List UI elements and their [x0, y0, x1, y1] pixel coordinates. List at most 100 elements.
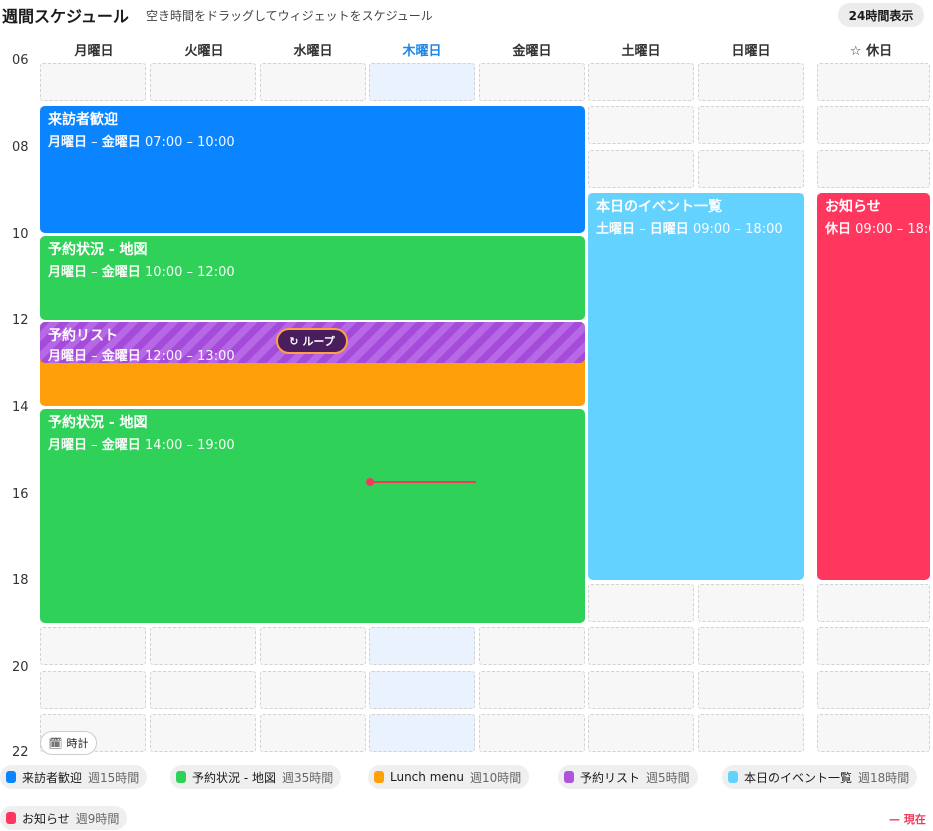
time-slot[interactable]: [698, 627, 804, 665]
legend-swatch: [564, 771, 574, 783]
calendar-icon: 🗓: [48, 736, 63, 750]
time-slot[interactable]: [588, 714, 694, 752]
legend-swatch: [374, 771, 384, 783]
legend-item-reservation-map[interactable]: 予約状況 - 地図 週35時間: [170, 765, 342, 789]
time-slot[interactable]: [260, 671, 366, 709]
time-slot[interactable]: [479, 714, 585, 752]
legend-hours: 週35時間: [281, 770, 334, 785]
time-slot[interactable]: [150, 671, 256, 709]
24h-toggle-button[interactable]: 24時間表示: [838, 3, 924, 27]
legend-hours: 週15時間: [88, 770, 140, 785]
time-slot[interactable]: [588, 150, 694, 188]
time-slot[interactable]: [150, 627, 256, 665]
time-slot[interactable]: [40, 63, 146, 101]
day-header-thu: 木曜日: [402, 44, 442, 59]
time-slot[interactable]: [369, 671, 475, 709]
event-reservation-map-am[interactable]: 予約状況 - 地図 月曜日 – 金曜日 10:00 – 12:00: [40, 236, 585, 320]
event-reservation-map-pm[interactable]: 予約状況 - 地図 月曜日 – 金曜日 14:00 – 19:00: [40, 409, 585, 623]
event-title: 予約状況 - 地図: [48, 415, 148, 431]
time-slot[interactable]: [817, 584, 930, 622]
legend-name: 予約リスト: [580, 770, 641, 785]
day-header-holiday: ☆ 休日: [849, 44, 893, 59]
hour-label: 14: [12, 400, 29, 415]
time-slot[interactable]: [817, 627, 930, 665]
legend-item-today-events[interactable]: 本日のイベント一覧 週18時間: [722, 765, 918, 789]
current-time-dot: [366, 478, 374, 486]
page-subtitle: 空き時間をドラッグしてウィジェットをスケジュール: [146, 9, 433, 23]
legend-name: 本日のイベント一覧: [744, 770, 853, 785]
time-slot[interactable]: [817, 63, 930, 101]
time-slot[interactable]: [369, 63, 475, 101]
legend-item-visitor-welcome[interactable]: 来訪者歓迎 週15時間: [0, 765, 148, 789]
time-slot[interactable]: [698, 584, 804, 622]
loop-icon: ↻: [289, 334, 299, 348]
event-detail: 土曜日 – 日曜日 09:00 – 18:00: [596, 222, 783, 237]
event-today-events[interactable]: 本日のイベント一覧 土曜日 – 日曜日 09:00 – 18:00: [588, 193, 804, 580]
time-slot[interactable]: [588, 63, 694, 101]
event-title: 本日のイベント一覧: [596, 199, 722, 215]
time-slot[interactable]: [698, 106, 804, 144]
event-title: 来訪者歓迎: [48, 112, 118, 128]
time-slot[interactable]: [369, 627, 475, 665]
time-slot[interactable]: [260, 627, 366, 665]
event-detail: 月曜日 – 金曜日 07:00 – 10:00: [48, 135, 235, 150]
legend-hours: 週9時間: [75, 811, 120, 826]
legend-hours: 週18時間: [858, 770, 910, 785]
day-header-sun: 日曜日: [731, 44, 771, 59]
legend-item-reservation-list[interactable]: 予約リスト 週5時間: [558, 765, 698, 789]
legend-swatch: [176, 771, 186, 783]
legend-swatch: [728, 771, 738, 783]
time-slot[interactable]: [479, 63, 585, 101]
hour-label: 06: [12, 53, 29, 68]
time-slot[interactable]: [150, 714, 256, 752]
time-slot[interactable]: [588, 627, 694, 665]
event-detail: 月曜日 – 金曜日 10:00 – 12:00: [48, 265, 235, 280]
time-slot[interactable]: [260, 714, 366, 752]
event-detail: 月曜日 – 金曜日 14:00 – 19:00: [48, 438, 235, 453]
event-visitor-welcome[interactable]: 来訪者歓迎 月曜日 – 金曜日 07:00 – 10:00: [40, 106, 585, 233]
time-slot[interactable]: [40, 671, 146, 709]
time-slot[interactable]: [698, 671, 804, 709]
event-title: 予約状況 - 地図: [48, 242, 148, 258]
time-slot[interactable]: [698, 63, 804, 101]
day-header-sat: 土曜日: [621, 44, 661, 59]
time-slot[interactable]: [150, 63, 256, 101]
time-slot[interactable]: [698, 714, 804, 752]
legend-hours: 週5時間: [646, 770, 690, 785]
hour-label: 20: [12, 660, 29, 675]
clock-button[interactable]: 🗓 時計: [40, 731, 97, 755]
day-header-fri: 金曜日: [512, 44, 552, 59]
day-header-tue: 火曜日: [184, 44, 224, 59]
loop-label: ループ: [302, 335, 335, 348]
hour-label: 18: [12, 573, 29, 588]
time-slot[interactable]: [817, 714, 930, 752]
event-announcements[interactable]: お知らせ 休日 09:00 – 18:00: [817, 193, 930, 580]
time-slot[interactable]: [479, 671, 585, 709]
loop-badge[interactable]: ↻ ループ: [276, 328, 348, 354]
legend-item-lunch-menu[interactable]: Lunch menu 週10時間: [368, 765, 530, 789]
time-slot[interactable]: [588, 584, 694, 622]
event-title: お知らせ: [825, 199, 881, 215]
time-slot[interactable]: [260, 63, 366, 101]
time-slot[interactable]: [369, 714, 475, 752]
time-slot[interactable]: [698, 150, 804, 188]
legend-swatch: [6, 812, 16, 824]
time-slot[interactable]: [817, 671, 930, 709]
hour-label: 10: [12, 227, 29, 242]
legend-name: お知らせ: [22, 811, 70, 826]
legend-item-announcements[interactable]: お知らせ 週9時間: [0, 806, 128, 830]
current-time-line: [370, 481, 476, 483]
legend-hours: 週10時間: [470, 770, 522, 785]
time-slot[interactable]: [588, 671, 694, 709]
time-slot[interactable]: [817, 150, 930, 188]
hour-label: 08: [12, 140, 29, 155]
time-slot[interactable]: [817, 106, 930, 144]
page-title: 週間スケジュール: [2, 7, 129, 26]
legend-name: Lunch menu: [390, 770, 464, 784]
day-header-wed: 水曜日: [293, 44, 333, 59]
time-slot[interactable]: [588, 106, 694, 144]
clock-button-label: 時計: [66, 737, 89, 750]
time-slot[interactable]: [40, 627, 146, 665]
time-slot[interactable]: [479, 627, 585, 665]
day-header-mon: 月曜日: [74, 44, 114, 59]
